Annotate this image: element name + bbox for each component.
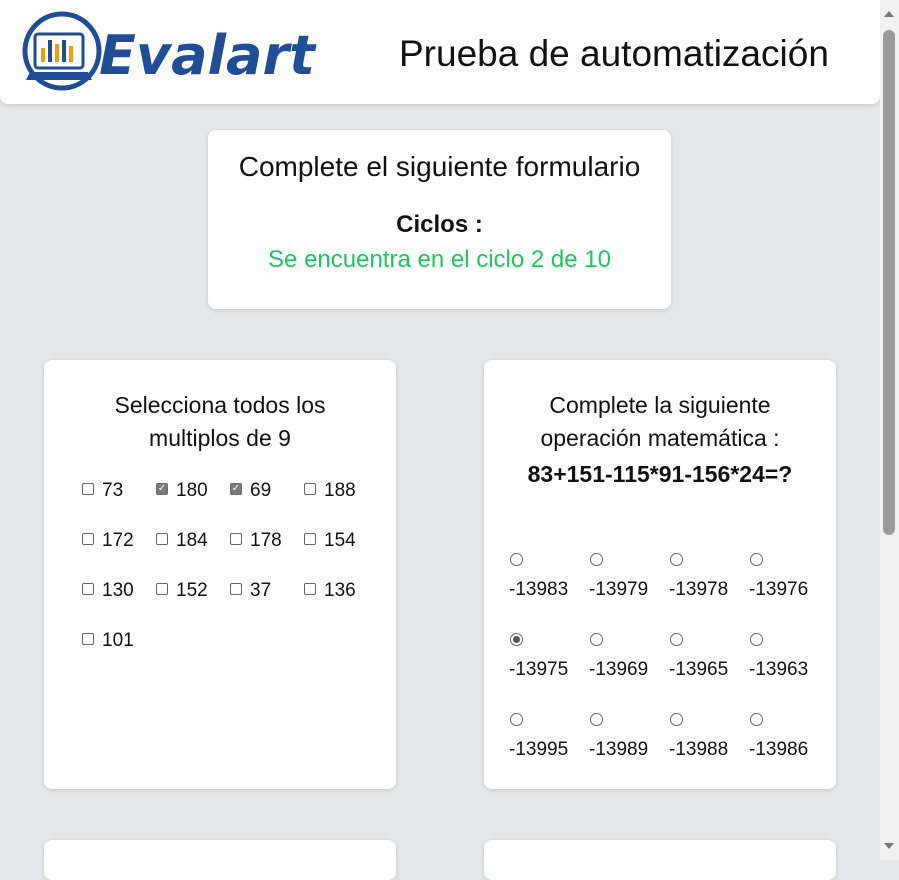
radio-option[interactable]: -13976 — [746, 547, 826, 607]
radio-icon[interactable] — [750, 713, 763, 726]
radio-icon[interactable] — [590, 553, 603, 566]
checkbox-icon[interactable] — [82, 582, 94, 595]
checkbox-option[interactable]: 73 — [82, 478, 156, 503]
checkbox-icon[interactable] — [82, 632, 94, 645]
checkbox-icon[interactable] — [230, 532, 242, 545]
checkbox-option-label: 184 — [176, 529, 208, 551]
radio-option-label: -13986 — [749, 739, 809, 760]
radio-option[interactable]: -13965 — [666, 627, 746, 687]
checkbox-option[interactable]: 188 — [304, 478, 378, 503]
checkbox-option[interactable]: 101 — [82, 628, 156, 653]
checkbox-option-label: 136 — [324, 579, 356, 601]
checkbox-option-label: 172 — [102, 529, 134, 551]
checkbox-option[interactable]: 172 — [82, 528, 156, 553]
checkbox-option-label: 178 — [250, 529, 282, 551]
header: Evalart Prueba de automatización — [0, 0, 880, 104]
radio-option-label: -13969 — [589, 659, 649, 680]
checkbox-icon[interactable] — [304, 582, 316, 595]
checkbox-option[interactable]: 37 — [230, 578, 304, 603]
radio-option-label: -13995 — [509, 739, 569, 760]
checkbox-options: 73 ✓ 180 ✓ 69 188 172 184 178 154 130 152 37 136 101 — [82, 478, 378, 678]
next-question-card-left — [44, 840, 396, 880]
checkbox-checked-icon[interactable]: ✓ — [230, 482, 242, 495]
vertical-scrollbar[interactable] — [880, 0, 899, 860]
checkbox-checked-icon[interactable]: ✓ — [156, 482, 168, 495]
cycle-info-card: Complete el siguiente formulario Ciclos … — [208, 130, 671, 309]
radio-option-label: -13989 — [589, 739, 649, 760]
radio-options: -13983 -13979 -13978 -13976 -13975 -13969 -139… — [506, 547, 826, 787]
checkbox-option[interactable]: 184 — [156, 528, 230, 553]
checkbox-option-label: 37 — [250, 579, 272, 601]
radio-icon[interactable] — [510, 553, 523, 566]
checkbox-option-label: 69 — [250, 479, 272, 501]
radio-option[interactable]: -13979 — [586, 547, 666, 607]
checkbox-icon[interactable] — [82, 532, 94, 545]
checkbox-option[interactable]: 130 — [82, 578, 156, 603]
math-expression: 83+151-115*91-156*24=? — [527, 461, 793, 487]
checkbox-option-label: 188 — [324, 479, 356, 501]
page-title: Prueba de automatización — [399, 33, 829, 74]
form-title: Complete el siguiente formulario — [238, 151, 641, 182]
logo-wordmark: Evalart — [99, 24, 317, 87]
radio-option-label: -13988 — [669, 739, 729, 760]
cycles-label: Ciclos : — [396, 211, 483, 238]
radio-option[interactable]: -13975 — [506, 627, 586, 687]
checkbox-option-label: 180 — [176, 479, 208, 501]
checkbox-option-label: 154 — [324, 529, 356, 551]
radio-option[interactable]: -13989 — [586, 707, 666, 767]
checkbox-icon[interactable] — [304, 482, 316, 495]
checkbox-option-label: 101 — [102, 629, 134, 651]
checkbox-option[interactable]: 154 — [304, 528, 378, 553]
radio-option-label: -13983 — [509, 579, 569, 600]
radio-icon[interactable] — [750, 633, 763, 646]
radio-icon[interactable] — [590, 713, 603, 726]
evalart-logo: Evalart — [22, 10, 322, 96]
radio-option[interactable]: -13978 — [666, 547, 746, 607]
checkbox-option-label: 73 — [102, 479, 124, 501]
radio-option[interactable]: -13983 — [506, 547, 586, 607]
radio-option-label: -13979 — [589, 579, 649, 600]
scroll-up-arrow-icon[interactable] — [884, 11, 894, 17]
checkbox-icon[interactable] — [82, 482, 94, 495]
radio-icon[interactable] — [750, 553, 763, 566]
radio-option[interactable]: -13988 — [666, 707, 746, 767]
radio-option-label: -13976 — [749, 579, 809, 600]
scroll-thumb[interactable] — [883, 30, 895, 535]
checkbox-option[interactable]: 152 — [156, 578, 230, 603]
multiples-question-title: Selecciona todos los multiplos de 9 — [114, 392, 326, 451]
checkbox-icon[interactable] — [156, 582, 168, 595]
math-question-title: Complete la siguiente operación matemáti… — [540, 392, 780, 451]
radio-icon[interactable] — [670, 553, 683, 566]
scroll-down-arrow-icon[interactable] — [884, 843, 894, 849]
radio-option-label: -13963 — [749, 659, 809, 680]
checkbox-option-label: 130 — [102, 579, 134, 601]
multiples-question-card: Selecciona todos los multiplos de 9 73 ✓ 1… — [44, 360, 396, 789]
radio-option[interactable]: -13963 — [746, 627, 826, 687]
checkbox-option[interactable]: ✓ 180 — [156, 478, 230, 503]
checkbox-option[interactable]: ✓ 69 — [230, 478, 304, 503]
radio-option[interactable]: -13969 — [586, 627, 666, 687]
radio-icon[interactable] — [670, 713, 683, 726]
radio-icon[interactable] — [670, 633, 683, 646]
math-question-card: Complete la siguiente operación matemáti… — [484, 360, 836, 789]
radio-option-label: -13965 — [669, 659, 729, 680]
checkbox-icon[interactable] — [304, 532, 316, 545]
checkbox-option[interactable]: 136 — [304, 578, 378, 603]
radio-option-label: -13975 — [509, 659, 569, 680]
radio-option[interactable]: -13986 — [746, 707, 826, 767]
checkbox-option-label: 152 — [176, 579, 208, 601]
radio-selected-icon[interactable] — [510, 633, 523, 646]
cycle-status: Se encuentra en el ciclo 2 de 10 — [268, 246, 611, 273]
checkbox-icon[interactable] — [156, 532, 168, 545]
checkbox-option[interactable]: 178 — [230, 528, 304, 553]
radio-option-label: -13978 — [669, 579, 729, 600]
next-question-card-right — [484, 840, 836, 880]
checkbox-icon[interactable] — [230, 582, 242, 595]
radio-option[interactable]: -13995 — [506, 707, 586, 767]
radio-icon[interactable] — [590, 633, 603, 646]
radio-icon[interactable] — [510, 713, 523, 726]
